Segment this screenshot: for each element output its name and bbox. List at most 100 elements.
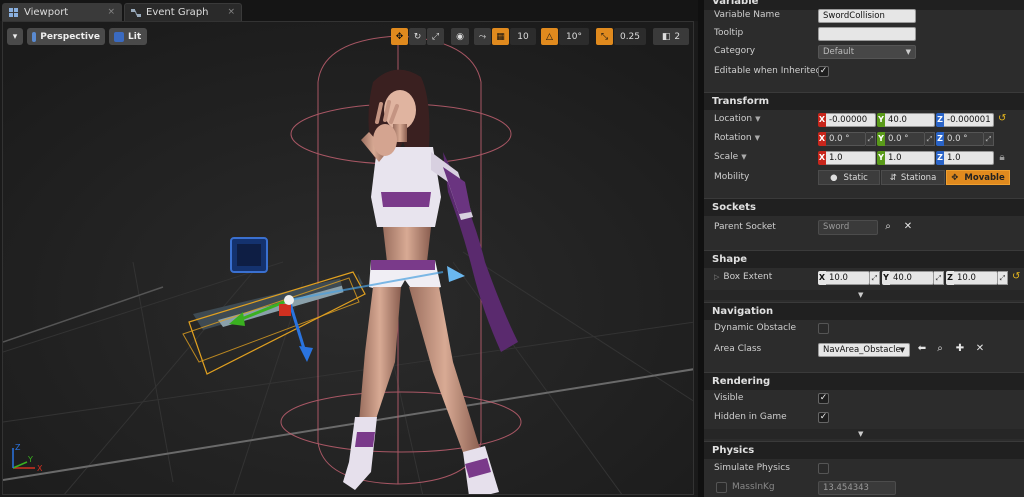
category-label: Category (714, 46, 756, 56)
hidden-in-game-checkbox[interactable]: ✓ (818, 412, 829, 423)
rotation-y-field[interactable]: Y 0.0 ° ⤢ (877, 132, 935, 146)
visible-row: Visible ✓ (704, 389, 1024, 409)
viewport-icon (9, 7, 18, 17)
visible-checkbox[interactable]: ✓ (818, 393, 829, 404)
spin-arrows-icon[interactable]: ⤢ (870, 271, 880, 285)
section-sockets-header[interactable]: Sockets (704, 198, 1024, 216)
rotation-x-value[interactable]: 0.0 ° (826, 132, 866, 146)
scale-x-value[interactable]: 1.0 (826, 151, 876, 165)
location-y-field[interactable]: Y 40.0 (877, 113, 935, 127)
translate-mode-icon[interactable]: ✥ (391, 28, 408, 45)
mobility-movable-button[interactable]: ✥ Movable (946, 170, 1010, 185)
section-navigation-header[interactable]: Navigation (704, 302, 1024, 320)
area-class-row: Area Class NavArea_Obstacle ▼ ⬅ ⌕ ✚ ✕ (704, 340, 1024, 360)
perspective-label: Perspective (40, 31, 100, 42)
surface-snap-icon[interactable]: ⤳ (474, 28, 491, 45)
scale-z-field[interactable]: Z 1.0 (936, 151, 994, 165)
expand-arrow-icon[interactable]: ▷ (714, 273, 719, 281)
perspective-icon (32, 31, 37, 42)
scale-snap-value[interactable]: 0.25 (614, 28, 646, 45)
close-icon[interactable]: ✕ (974, 343, 986, 355)
tab-event-graph[interactable]: Event Graph × (124, 3, 242, 21)
section-rendering-header[interactable]: Rendering (704, 372, 1024, 390)
spin-arrows-icon[interactable]: ⤢ (925, 132, 935, 146)
scale-x-field[interactable]: X 1.0 (818, 151, 876, 165)
spin-arrows-icon[interactable]: ⤢ (984, 132, 994, 146)
simulate-physics-checkbox[interactable] (818, 463, 829, 474)
close-icon[interactable]: × (107, 7, 115, 17)
editable-inherited-row: Editable when Inherited ✓ (704, 62, 1024, 82)
search-icon[interactable]: ⌕ (934, 343, 946, 355)
viewport-panel[interactable]: ▾ Perspective Lit ✥ ↻ ⤢ ◉ ⤳ ▦ 10 △ 10° ⤡… (2, 21, 694, 495)
category-dropdown[interactable]: Default ▼ (818, 45, 916, 59)
scale-mode-icon[interactable]: ⤢ (427, 28, 444, 45)
reset-arrow-icon[interactable]: ↺ (1012, 271, 1020, 282)
box-extent-label[interactable]: ▷ Box Extent (714, 272, 772, 282)
rotate-mode-icon[interactable]: ↻ (409, 28, 426, 45)
editable-inherited-checkbox[interactable]: ✓ (818, 66, 829, 77)
section-shape-header[interactable]: Shape (704, 250, 1024, 268)
scale-label[interactable]: Scale ▼ (714, 152, 747, 162)
rotation-y-value[interactable]: 0.0 ° (885, 132, 925, 146)
arrow-left-icon[interactable]: ⬅ (916, 343, 928, 355)
box-extent-y-value[interactable]: 40.0 (890, 271, 934, 285)
scale-snap-icon[interactable]: ⤡ (596, 28, 613, 45)
rotation-label[interactable]: Rotation ▼ (714, 133, 760, 143)
spin-arrows-icon[interactable]: ⤢ (866, 132, 876, 146)
box-extent-z-field[interactable]: Z 10.0 ⤢ (946, 271, 1008, 285)
location-label[interactable]: Location ▼ (714, 114, 760, 124)
reset-arrow-icon[interactable]: ↺ (998, 113, 1006, 124)
rotation-z-value[interactable]: 0.0 ° (944, 132, 984, 146)
box-extent-x-field[interactable]: X 10.0 ⤢ (818, 271, 880, 285)
scale-y-field[interactable]: Y 1.0 (877, 151, 935, 165)
tab-viewport[interactable]: Viewport × (2, 3, 122, 21)
section-physics-header[interactable]: Physics (704, 441, 1024, 459)
axis-y-tag: Y (877, 113, 885, 127)
scale-z-value[interactable]: 1.0 (944, 151, 994, 165)
dynamic-obstacle-checkbox[interactable] (818, 323, 829, 334)
rotation-label-text: Rotation (714, 133, 752, 143)
scale-y-value[interactable]: 1.0 (885, 151, 935, 165)
lock-icon[interactable]: 🔒︎ (996, 152, 1008, 164)
box-extent-x-value[interactable]: 10.0 (826, 271, 870, 285)
category-value: Default (823, 47, 855, 57)
close-icon[interactable]: ✕ (902, 221, 914, 233)
rotation-snap-icon[interactable]: △ (541, 28, 558, 45)
viewport-options-button[interactable]: ▾ (7, 28, 23, 45)
shape-advanced-expander[interactable]: ▼ (704, 290, 1024, 300)
close-icon[interactable]: × (227, 7, 235, 17)
mobility-stationary-button[interactable]: ⇵ Stationa (881, 170, 945, 185)
area-class-dropdown[interactable]: NavArea_Obstacle ▼ (818, 343, 910, 357)
box-extent-y-field[interactable]: Y 40.0 ⤢ (882, 271, 944, 285)
perspective-button[interactable]: Perspective (27, 28, 105, 45)
location-z-field[interactable]: Z -0.000001 (936, 113, 994, 127)
box-extent-z-value[interactable]: 10.0 (954, 271, 998, 285)
search-icon[interactable]: ⌕ (882, 221, 894, 233)
hidden-in-game-label: Hidden in Game (714, 412, 787, 422)
section-transform-header[interactable]: Transform (704, 92, 1024, 110)
chevron-down-icon: ▾ (12, 31, 18, 42)
rotation-z-field[interactable]: Z 0.0 ° ⤢ (936, 132, 994, 146)
view-mode-button[interactable]: Lit (109, 28, 147, 45)
tooltip-input[interactable] (818, 27, 916, 41)
mass-input[interactable]: 13.454343 (818, 481, 896, 495)
grid-snap-icon[interactable]: ▦ (492, 28, 509, 45)
rotation-x-field[interactable]: X 0.0 ° ⤢ (818, 132, 876, 146)
mass-override-checkbox[interactable] (716, 482, 727, 493)
camera-speed-button[interactable]: ◧ 2 (653, 28, 689, 45)
parent-socket-value[interactable]: Sword (818, 220, 878, 235)
mobility-static-button[interactable]: ● Static (818, 170, 880, 185)
location-z-value[interactable]: -0.000001 (944, 113, 994, 127)
rotation-snap-value[interactable]: 10° (559, 28, 589, 45)
spin-arrows-icon[interactable]: ⤢ (998, 271, 1008, 285)
spin-arrows-icon[interactable]: ⤢ (934, 271, 944, 285)
add-icon[interactable]: ✚ (954, 343, 966, 355)
variable-name-input[interactable]: SwordCollision (818, 9, 916, 23)
scene-render[interactable] (3, 22, 694, 495)
location-y-value[interactable]: 40.0 (885, 113, 935, 127)
location-x-field[interactable]: X -0.00000 (818, 113, 876, 127)
location-x-value[interactable]: -0.00000 (826, 113, 876, 127)
world-local-icon[interactable]: ◉ (451, 28, 469, 45)
grid-snap-value[interactable]: 10 (510, 28, 536, 45)
rendering-advanced-expander[interactable]: ▼ (704, 429, 1024, 439)
